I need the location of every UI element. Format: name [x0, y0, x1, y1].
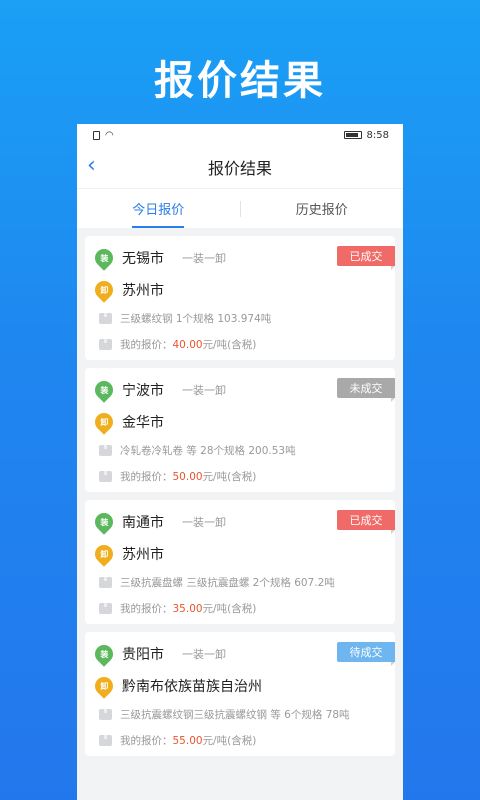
- tab-label: 今日报价: [132, 203, 185, 218]
- unload-pin-icon: 卸: [91, 277, 117, 303]
- phone-screen: ◠ 8:58 ‹ 报价结果 今日报价 历史报价 装 无锡市 一装一卸 卸 苏州市…: [77, 124, 403, 800]
- price-value: 35.00: [172, 602, 203, 615]
- price-value: 40.00: [172, 338, 203, 351]
- status-badge: 未成交: [337, 378, 395, 402]
- price-line: 我的报价：50.00元/吨(含税): [120, 470, 257, 483]
- transport-mode: 一装一卸: [182, 252, 226, 265]
- price-icon: [99, 470, 112, 482]
- unload-pin-icon: 卸: [91, 673, 117, 699]
- price-icon: [99, 734, 112, 746]
- chevron-left-icon[interactable]: ‹: [87, 154, 96, 178]
- transport-mode: 一装一卸: [182, 648, 226, 661]
- origin-city: 南通市: [122, 515, 164, 531]
- load-pin-icon: 装: [91, 377, 117, 403]
- price-line: 我的报价：35.00元/吨(含税): [120, 602, 257, 615]
- origin-city: 贵阳市: [122, 647, 164, 663]
- load-pin-icon: 装: [91, 509, 117, 535]
- cargo-icon: [99, 708, 112, 720]
- quote-card[interactable]: 装 贵阳市 一装一卸 卸 黔南布依族苗族自治州 三级抗震螺纹钢三级抗震螺纹钢 等…: [85, 632, 395, 756]
- origin-city: 无锡市: [122, 251, 164, 267]
- destination-city: 苏州市: [122, 547, 164, 563]
- price-line: 我的报价：40.00元/吨(含税): [120, 338, 257, 351]
- goods-summary: 三级抗震螺纹钢三级抗震螺纹钢 等 6个规格 78吨: [120, 708, 350, 721]
- cargo-icon: [99, 576, 112, 588]
- goods-summary: 冷轧卷冷轧卷 等 28个规格 200.53吨: [120, 444, 296, 457]
- price-line: 我的报价：55.00元/吨(含税): [120, 734, 257, 747]
- price-icon: [99, 338, 112, 350]
- status-badge: 已成交: [337, 510, 395, 534]
- load-pin-icon: 装: [91, 641, 117, 667]
- wifi-icon: ◠: [105, 129, 114, 141]
- quote-card[interactable]: 装 宁波市 一装一卸 卸 金华市 冷轧卷冷轧卷 等 28个规格 200.53吨 …: [85, 368, 395, 492]
- cargo-icon: [99, 312, 112, 324]
- price-value: 50.00: [172, 470, 203, 483]
- tab-label: 历史报价: [295, 203, 348, 218]
- quote-list: 装 无锡市 一装一卸 卸 苏州市 三级螺纹钢 1个规格 103.974吨 我的报…: [77, 228, 403, 756]
- goods-summary: 三级抗震盘螺 三级抗震盘螺 2个规格 607.2吨: [120, 576, 335, 589]
- hero-title: 报价结果: [154, 58, 326, 104]
- page-title: 报价结果: [207, 159, 272, 178]
- destination-city: 黔南布依族苗族自治州: [122, 679, 262, 695]
- tab-history-quotes[interactable]: 历史报价: [241, 189, 404, 228]
- quote-card[interactable]: 装 南通市 一装一卸 卸 苏州市 三级抗震盘螺 三级抗震盘螺 2个规格 607.…: [85, 500, 395, 624]
- status-badge: 待成交: [337, 642, 395, 666]
- destination-city: 苏州市: [122, 283, 164, 299]
- unload-pin-icon: 卸: [91, 409, 117, 435]
- status-badge: 已成交: [337, 246, 395, 270]
- goods-summary: 三级螺纹钢 1个规格 103.974吨: [120, 312, 272, 325]
- transport-mode: 一装一卸: [182, 516, 226, 529]
- unload-pin-icon: 卸: [91, 541, 117, 567]
- tab-bar: 今日报价 历史报价: [77, 188, 403, 228]
- nav-bar: ‹ 报价结果: [77, 146, 403, 188]
- price-value: 55.00: [172, 734, 203, 747]
- tab-today-quotes[interactable]: 今日报价: [77, 189, 240, 228]
- status-time: 8:58: [366, 129, 389, 141]
- sim-icon: [93, 130, 100, 140]
- transport-mode: 一装一卸: [182, 384, 226, 397]
- price-icon: [99, 602, 112, 614]
- origin-city: 宁波市: [122, 383, 164, 399]
- battery-icon: [343, 131, 362, 139]
- destination-city: 金华市: [122, 415, 164, 431]
- cargo-icon: [99, 444, 112, 456]
- status-bar: ◠ 8:58: [77, 124, 403, 146]
- quote-card[interactable]: 装 无锡市 一装一卸 卸 苏州市 三级螺纹钢 1个规格 103.974吨 我的报…: [85, 236, 395, 360]
- load-pin-icon: 装: [91, 245, 117, 271]
